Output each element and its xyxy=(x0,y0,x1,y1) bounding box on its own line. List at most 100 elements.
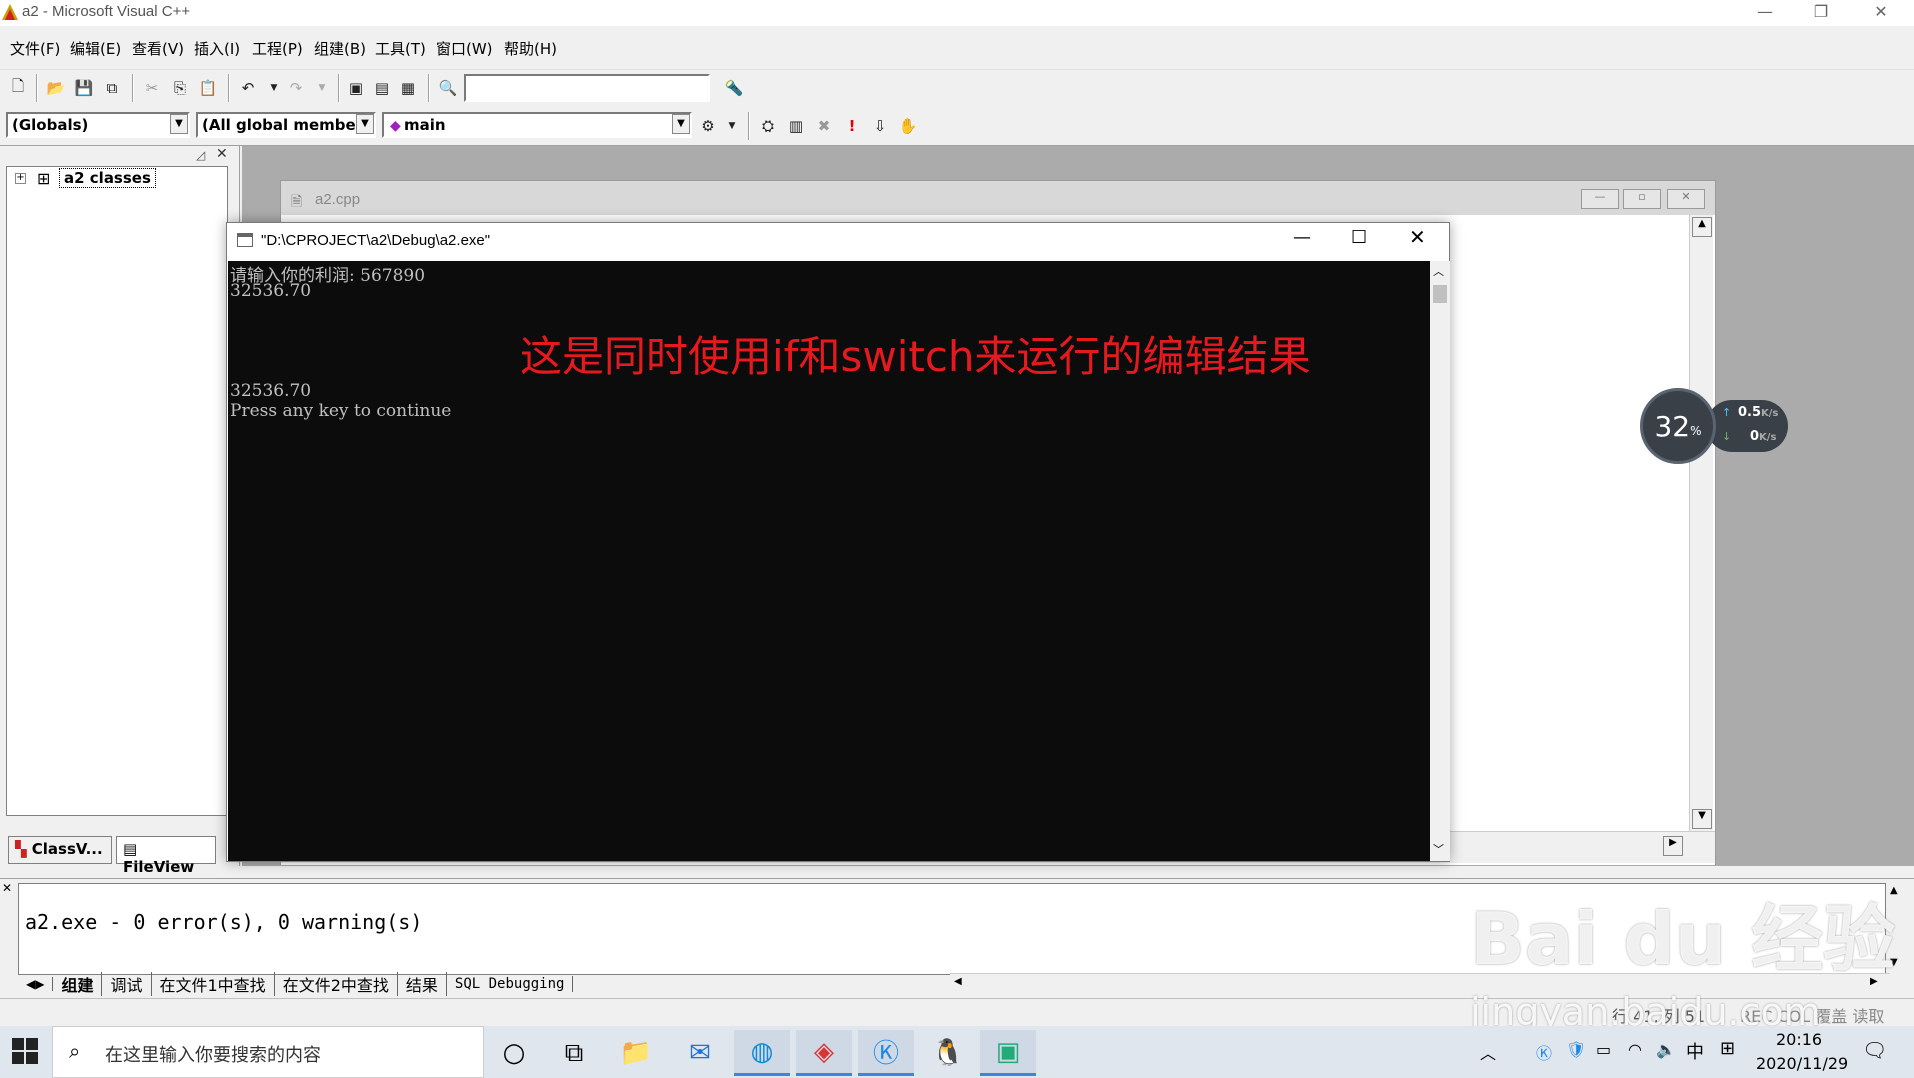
editor-vertical-scrollbar[interactable]: ▲ ▼ xyxy=(1689,215,1713,831)
menu-window[interactable]: 窗口(W) xyxy=(436,38,493,59)
mail-icon[interactable]: ✉ xyxy=(672,1030,728,1076)
tab-classview[interactable]: ▚ ClassV... xyxy=(8,836,112,864)
menu-edit[interactable]: 编辑(E) xyxy=(70,38,121,59)
console-scroll-down-icon[interactable]: ﹀ xyxy=(1433,841,1444,857)
menu-insert[interactable]: 插入(I) xyxy=(194,38,240,59)
tray-k-icon[interactable]: Ⓚ xyxy=(1536,1040,1552,1064)
menu-help[interactable]: 帮助(H) xyxy=(504,38,557,59)
tray-shield-icon[interactable]: 🛡 xyxy=(1566,1040,1586,1059)
execute-icon[interactable]: ! xyxy=(840,114,864,138)
annotation-text: 这是同时使用if和switch来运行的编辑结果 xyxy=(520,332,1311,381)
edge-browser-icon[interactable]: ◍ xyxy=(734,1030,790,1076)
tab-find-in-files-2[interactable]: 在文件2中查找 xyxy=(275,972,398,996)
compile-icon[interactable]: ⛭ xyxy=(756,114,780,138)
cut-icon[interactable]: ✂ xyxy=(140,76,164,100)
scroll-right-icon[interactable]: ▶ xyxy=(1663,836,1683,856)
taskbar-search-box[interactable]: ⌕ 在这里输入你要搜索的内容 xyxy=(52,1026,484,1078)
qq-penguin-icon[interactable]: 🐧 xyxy=(920,1030,976,1076)
console-app-taskbar-icon[interactable]: ▣ xyxy=(980,1030,1036,1076)
find-combo[interactable] xyxy=(464,74,710,102)
search-icon[interactable]: 🔦 xyxy=(722,76,746,100)
ime-mode-icon[interactable]: ⊞ xyxy=(1720,1038,1735,1059)
redo-icon[interactable]: ↷ xyxy=(284,76,308,100)
menu-build[interactable]: 组建(B) xyxy=(314,38,366,59)
undo-dropdown-icon[interactable]: ▼ xyxy=(262,76,286,100)
k-app-icon[interactable]: Ⓚ xyxy=(858,1030,914,1076)
save-all-icon[interactable]: ⧉ xyxy=(100,76,124,100)
wizard-actions-dropdown-icon[interactable]: ▼ xyxy=(720,114,744,138)
console-minimize-button[interactable]: — xyxy=(1293,227,1311,248)
output-close-icon[interactable]: ✕ xyxy=(2,881,12,895)
console-scrollbar[interactable]: ︿ ﹀ xyxy=(1430,261,1450,861)
console-scroll-thumb[interactable] xyxy=(1433,285,1447,303)
workspace-icon[interactable]: ▣ xyxy=(344,76,368,100)
go-icon[interactable]: ⇩ xyxy=(868,114,892,138)
editor-restore-button[interactable]: ▫ xyxy=(1623,189,1661,209)
workspace-dock-icon[interactable]: ◿ xyxy=(196,148,205,162)
paste-icon[interactable]: 📋 xyxy=(196,76,220,100)
tab-debug[interactable]: 调试 xyxy=(102,972,152,996)
tab-find-in-files-1[interactable]: 在文件1中查找 xyxy=(152,972,275,996)
copy-icon[interactable]: ⎘ xyxy=(168,76,192,100)
tab-fileview[interactable]: ▤ FileView xyxy=(116,836,216,876)
console-maximize-button[interactable]: ☐ xyxy=(1351,227,1367,248)
tree-expand-icon[interactable]: + xyxy=(15,173,26,184)
undo-icon[interactable]: ↶ xyxy=(236,76,260,100)
scope-combo-arrow-icon[interactable]: ▼ xyxy=(170,114,188,134)
visual-cpp-icon[interactable]: ◈ xyxy=(796,1030,852,1076)
tab-scroll-left-icon[interactable]: ◀▶ xyxy=(18,977,54,991)
console-close-button[interactable]: ✕ xyxy=(1409,225,1426,249)
output-window-icon[interactable]: ▤ xyxy=(370,76,394,100)
menu-file[interactable]: 文件(F) xyxy=(10,38,60,59)
members-combo-arrow-icon[interactable]: ▼ xyxy=(356,114,374,134)
tab-results[interactable]: 结果 xyxy=(398,972,447,996)
windows-start-icon[interactable] xyxy=(12,1038,38,1064)
standard-toolbar: 🗋 📂 💾 ⧉ ✂ ⎘ 📋 ↶ ▼ ↷ ▼ ▣ ▤ ▦ 🔍 ▼ 🔦 xyxy=(0,70,1914,168)
restore-button[interactable]: ❐ xyxy=(1798,0,1844,26)
console-window[interactable]: "D:\CPROJECT\a2\Debug\a2.exe" — ☐ ✕ 请输入你… xyxy=(226,222,1450,862)
new-file-icon[interactable]: 🗋 xyxy=(6,76,30,100)
find-in-files-icon[interactable]: 🔍 xyxy=(436,76,460,100)
members-combo[interactable]: (All global members xyxy=(196,112,376,138)
tray-battery-icon[interactable]: ▭ xyxy=(1596,1040,1611,1059)
save-icon[interactable]: 💾 xyxy=(72,76,96,100)
window-list-icon[interactable]: ▦ xyxy=(396,76,420,100)
open-folder-icon[interactable]: 📂 xyxy=(44,76,68,100)
workspace-close-icon[interactable]: ✕ xyxy=(216,146,228,162)
breakpoint-hand-icon[interactable]: ✋ xyxy=(896,114,920,138)
notification-icon[interactable]: 🗨 xyxy=(1862,1038,1887,1062)
tray-wifi-icon[interactable]: ◠ xyxy=(1628,1040,1642,1059)
file-explorer-icon[interactable]: 📁 xyxy=(608,1030,664,1076)
tray-volume-icon[interactable]: 🔈 xyxy=(1656,1040,1676,1059)
wizard-actions-icon[interactable]: ⚙ xyxy=(696,114,720,138)
menu-bar: 文件(F) 编辑(E) 查看(V) 插入(I) 工程(P) 组建(B) 工具(T… xyxy=(0,26,1914,70)
minimize-button[interactable]: — xyxy=(1742,0,1788,26)
editor-minimize-button[interactable]: — xyxy=(1581,189,1619,209)
task-view-icon[interactable]: ⧉ xyxy=(546,1030,602,1076)
ime-language[interactable]: 中 xyxy=(1686,1038,1704,1064)
stop-build-icon[interactable]: ✖ xyxy=(812,114,836,138)
tree-root-label[interactable]: a2 classes xyxy=(59,168,156,188)
network-monitor-widget[interactable]: ↑ 0.5K/s ↓ 0K/s 32% xyxy=(1640,388,1788,464)
scope-combo[interactable]: (Globals) xyxy=(6,112,190,138)
menu-tools[interactable]: 工具(T) xyxy=(375,38,426,59)
clock-time[interactable]: 20:16 xyxy=(1776,1030,1822,1049)
redo-dropdown-icon[interactable]: ▼ xyxy=(310,76,334,100)
clock-date[interactable]: 2020/11/29 xyxy=(1756,1054,1848,1073)
output-scroll-left-icon[interactable]: ◀ xyxy=(954,976,962,987)
scroll-up-icon[interactable]: ▲ xyxy=(1692,217,1712,237)
editor-close-button[interactable]: ✕ xyxy=(1667,189,1705,209)
close-button[interactable]: ✕ xyxy=(1858,0,1904,26)
tray-chevron-icon[interactable]: ︿ xyxy=(1480,1040,1496,1064)
tab-sql-debugging[interactable]: SQL Debugging xyxy=(447,976,574,992)
console-scroll-up-icon[interactable]: ︿ xyxy=(1433,263,1444,279)
cortana-circle-icon[interactable]: ○ xyxy=(486,1030,542,1076)
console-line: 32536.70 xyxy=(230,281,312,301)
scroll-down-icon[interactable]: ▼ xyxy=(1692,809,1712,829)
menu-view[interactable]: 查看(V) xyxy=(132,38,184,59)
tab-build[interactable]: 组建 xyxy=(53,972,103,996)
menu-project[interactable]: 工程(P) xyxy=(252,38,303,59)
build-icon[interactable]: ▥ xyxy=(784,114,808,138)
function-combo-arrow-icon[interactable]: ▼ xyxy=(672,114,690,134)
function-combo[interactable]: main xyxy=(382,112,692,138)
